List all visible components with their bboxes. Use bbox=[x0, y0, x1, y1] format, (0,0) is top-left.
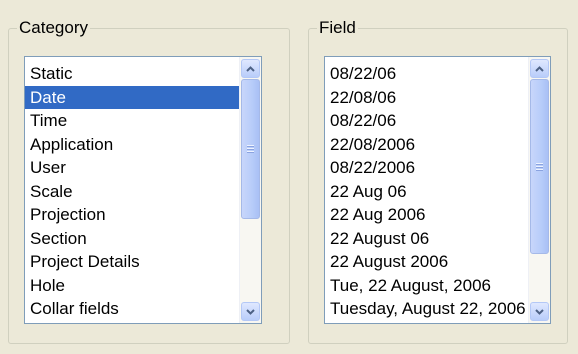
field-listbox[interactable]: 08/22/06 22/08/06 08/22/06 22/08/2006 08/22/… bbox=[324, 56, 551, 324]
category-list-item[interactable]: Projection bbox=[25, 203, 240, 227]
category-list-item[interactable]: Hole bbox=[25, 274, 240, 298]
field-list-item[interactable]: 08/22/2006 bbox=[325, 156, 529, 180]
field-list-item[interactable]: 22 August 2006 bbox=[325, 250, 529, 274]
category-list-item[interactable]: Application bbox=[25, 133, 240, 157]
field-list-item[interactable]: 22/08/06 bbox=[325, 86, 529, 110]
field-scrollbar[interactable] bbox=[528, 57, 550, 323]
category-scroll-thumb[interactable] bbox=[241, 79, 260, 219]
field-list-item[interactable]: 08/22/06 bbox=[325, 62, 529, 86]
chevron-down-icon bbox=[246, 308, 255, 315]
category-list-item[interactable]: Time bbox=[25, 109, 240, 133]
field-list-item[interactable]: 08/22/06 bbox=[325, 109, 529, 133]
category-list-item[interactable]: User bbox=[25, 156, 240, 180]
field-caption: Field bbox=[317, 18, 358, 38]
category-list-item[interactable]: Scale bbox=[25, 180, 240, 204]
category-listbox[interactable]: Static Date Time Application User Scale Projec… bbox=[24, 56, 262, 324]
category-items: Static Date Time Application User Scale Projec… bbox=[25, 62, 240, 321]
category-scroll-down-button[interactable] bbox=[241, 302, 260, 321]
category-list-item[interactable]: Section bbox=[25, 227, 240, 251]
category-caption: Category bbox=[17, 18, 90, 38]
category-list-item[interactable]: Static bbox=[25, 62, 240, 86]
grip-icon bbox=[247, 145, 254, 153]
chevron-up-icon bbox=[535, 65, 544, 72]
category-list-item[interactable]: Date bbox=[25, 85, 240, 109]
field-list-item[interactable]: 22 Aug 06 bbox=[325, 180, 529, 204]
category-list-item[interactable]: Collar fields bbox=[25, 297, 240, 321]
category-list-item[interactable]: Project Details bbox=[25, 250, 240, 274]
field-scroll-up-button[interactable] bbox=[530, 59, 549, 78]
field-scroll-thumb[interactable] bbox=[530, 79, 549, 254]
field-items: 08/22/06 22/08/06 08/22/06 22/08/2006 08/22/… bbox=[325, 62, 529, 321]
chevron-up-icon bbox=[246, 65, 255, 72]
field-list-item[interactable]: Tuesday, August 22, 2006 bbox=[325, 297, 529, 321]
chevron-down-icon bbox=[535, 308, 544, 315]
grip-icon bbox=[536, 162, 543, 171]
category-scroll-up-button[interactable] bbox=[241, 59, 260, 78]
field-list-item[interactable]: 22/08/2006 bbox=[325, 133, 529, 157]
category-scrollbar[interactable] bbox=[239, 57, 261, 323]
field-list-item[interactable]: Tue, 22 August, 2006 bbox=[325, 274, 529, 298]
field-list-item[interactable]: 22 August 06 bbox=[325, 227, 529, 251]
field-scroll-down-button[interactable] bbox=[530, 302, 549, 321]
field-list-item[interactable]: 22 Aug 2006 bbox=[325, 203, 529, 227]
